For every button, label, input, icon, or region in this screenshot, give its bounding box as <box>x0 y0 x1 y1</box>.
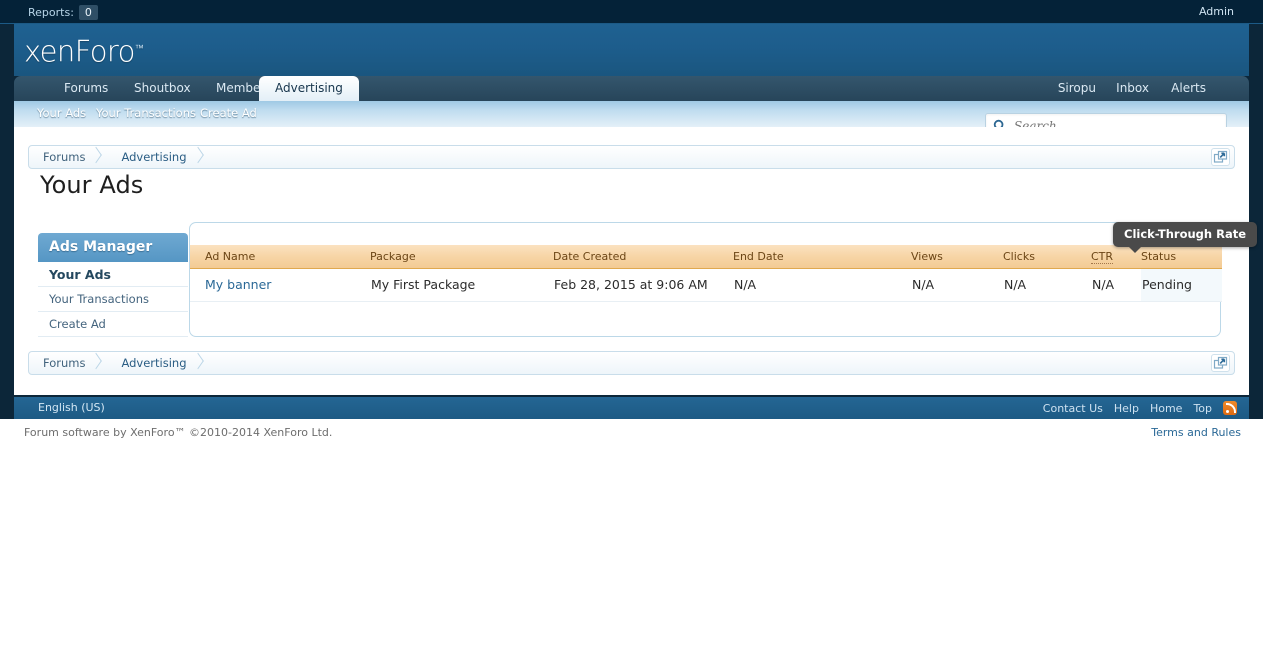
cell-views: N/A <box>911 268 1003 302</box>
cell-clicks: N/A <box>1003 268 1091 302</box>
nav-user-siropu[interactable]: Siropu <box>1048 76 1106 101</box>
column-header-package[interactable]: Package <box>370 245 553 269</box>
ctr-abbreviation[interactable]: CTR <box>1091 249 1114 264</box>
subnav-item-your-transactions[interactable]: Your Transactions <box>96 101 196 127</box>
column-header-end-date[interactable]: End Date <box>733 245 911 269</box>
ctr-tooltip: Click-Through Rate <box>1113 222 1257 253</box>
sidebar: Ads Manager Your Ads Your Transactions C… <box>38 233 188 337</box>
footer-links: Contact Us Help Home Top <box>1032 401 1237 415</box>
column-header-ad-name[interactable]: Ad Name <box>190 245 370 269</box>
logo-trademark-icon: ™ <box>134 44 144 54</box>
ctr-tooltip-text: Click-Through Rate <box>1124 227 1246 241</box>
cell-end-date: N/A <box>733 268 911 302</box>
footer-link-home[interactable]: Home <box>1150 402 1182 415</box>
ads-table: Ad Name Package Date Created End Date Vi… <box>190 245 1222 302</box>
column-header-clicks[interactable]: Clicks <box>1003 245 1091 269</box>
sidebar-item-your-transactions[interactable]: Your Transactions <box>38 287 188 312</box>
site-header: xenForo™ <box>14 24 1249 76</box>
nav-tab-forums[interactable]: Forums <box>48 76 124 101</box>
sidebar-item-create-ad[interactable]: Create Ad <box>38 312 188 337</box>
breadcrumb-bottom: Forums Advertising <box>28 351 1235 375</box>
admin-link[interactable]: Admin <box>1199 5 1234 18</box>
footer-link-contact-us[interactable]: Contact Us <box>1043 402 1103 415</box>
cell-package: My First Package <box>370 268 553 302</box>
footer-bar: English (US) Contact Us Help Home Top <box>14 397 1249 419</box>
cell-date-created: Feb 28, 2015 at 9:06 AM <box>553 268 733 302</box>
terms-and-rules-link[interactable]: Terms and Rules <box>1151 426 1241 439</box>
primary-navigation: Forums Shoutbox Members Advertising Siro… <box>14 76 1249 101</box>
tooltip-arrow-icon <box>1128 246 1142 253</box>
cell-ctr: N/A <box>1091 268 1141 302</box>
subnav-item-create-ad[interactable]: Create Ad <box>200 101 257 127</box>
subnav-item-your-ads[interactable]: Your Ads <box>37 101 86 127</box>
sidebar-item-your-ads[interactable]: Your Ads <box>38 262 188 287</box>
column-header-date-created[interactable]: Date Created <box>553 245 733 269</box>
ads-table-panel: Ad Name Package Date Created End Date Vi… <box>189 222 1222 337</box>
breadcrumb-top-item-forums[interactable]: Forums <box>29 146 107 168</box>
breadcrumb-top-item-advertising[interactable]: Advertising <box>107 146 208 168</box>
column-header-status[interactable]: Status <box>1141 245 1222 269</box>
nav-alerts[interactable]: Alerts <box>1161 76 1216 101</box>
table-row: My banner My First Package Feb 28, 2015 … <box>190 268 1222 302</box>
sidebar-heading: Ads Manager <box>38 233 188 262</box>
logo-text: xenForo <box>24 34 135 69</box>
status-badge: Pending <box>1141 268 1222 302</box>
footer-link-top[interactable]: Top <box>1193 402 1212 415</box>
copyright-row: Forum software by XenForo™ ©2010-2014 Xe… <box>0 419 1263 449</box>
ads-table-header-row: Ad Name Package Date Created End Date Vi… <box>190 245 1222 269</box>
secondary-navigation: Your Ads Your Transactions Create Ad <box>14 101 1249 139</box>
reports-count-badge: 0 <box>78 5 98 20</box>
page-title: Your Ads <box>40 171 144 199</box>
open-in-new-window-icon-bottom[interactable] <box>1211 354 1230 372</box>
nav-tab-shoutbox[interactable]: Shoutbox <box>118 76 207 101</box>
cell-ad-name: My banner <box>190 268 370 302</box>
breadcrumb-bottom-item-advertising[interactable]: Advertising <box>107 352 208 374</box>
breadcrumb-bottom-list: Forums Advertising <box>29 352 209 374</box>
ad-name-link[interactable]: My banner <box>205 277 271 292</box>
breadcrumb-top-list: Forums Advertising <box>29 146 209 168</box>
breadcrumb-top: Forums Advertising <box>28 145 1235 169</box>
footer-link-help[interactable]: Help <box>1114 402 1139 415</box>
xenforo-logo[interactable]: xenForo™ <box>24 32 144 69</box>
main-content: Forums Advertising Your Ads Ads Manager Y… <box>14 127 1257 395</box>
page-root: Reports: 0 Admin xenForo™ Forums Shoutbox… <box>0 0 1263 658</box>
breadcrumb-bottom-item-forums[interactable]: Forums <box>29 352 107 374</box>
top-utility-bar: Reports: 0 Admin <box>0 0 1263 24</box>
reports-label: Reports: <box>28 6 74 19</box>
copyright-text: Forum software by XenForo™ ©2010-2014 Xe… <box>24 426 333 439</box>
reports-indicator[interactable]: Reports: 0 <box>28 5 98 20</box>
column-header-views[interactable]: Views <box>911 245 1003 269</box>
nav-inbox[interactable]: Inbox <box>1106 76 1159 101</box>
rss-feed-icon[interactable] <box>1223 401 1237 415</box>
language-chooser[interactable]: English (US) <box>38 401 105 414</box>
open-in-new-window-icon-top[interactable] <box>1211 148 1230 166</box>
nav-tab-advertising[interactable]: Advertising <box>259 76 359 101</box>
